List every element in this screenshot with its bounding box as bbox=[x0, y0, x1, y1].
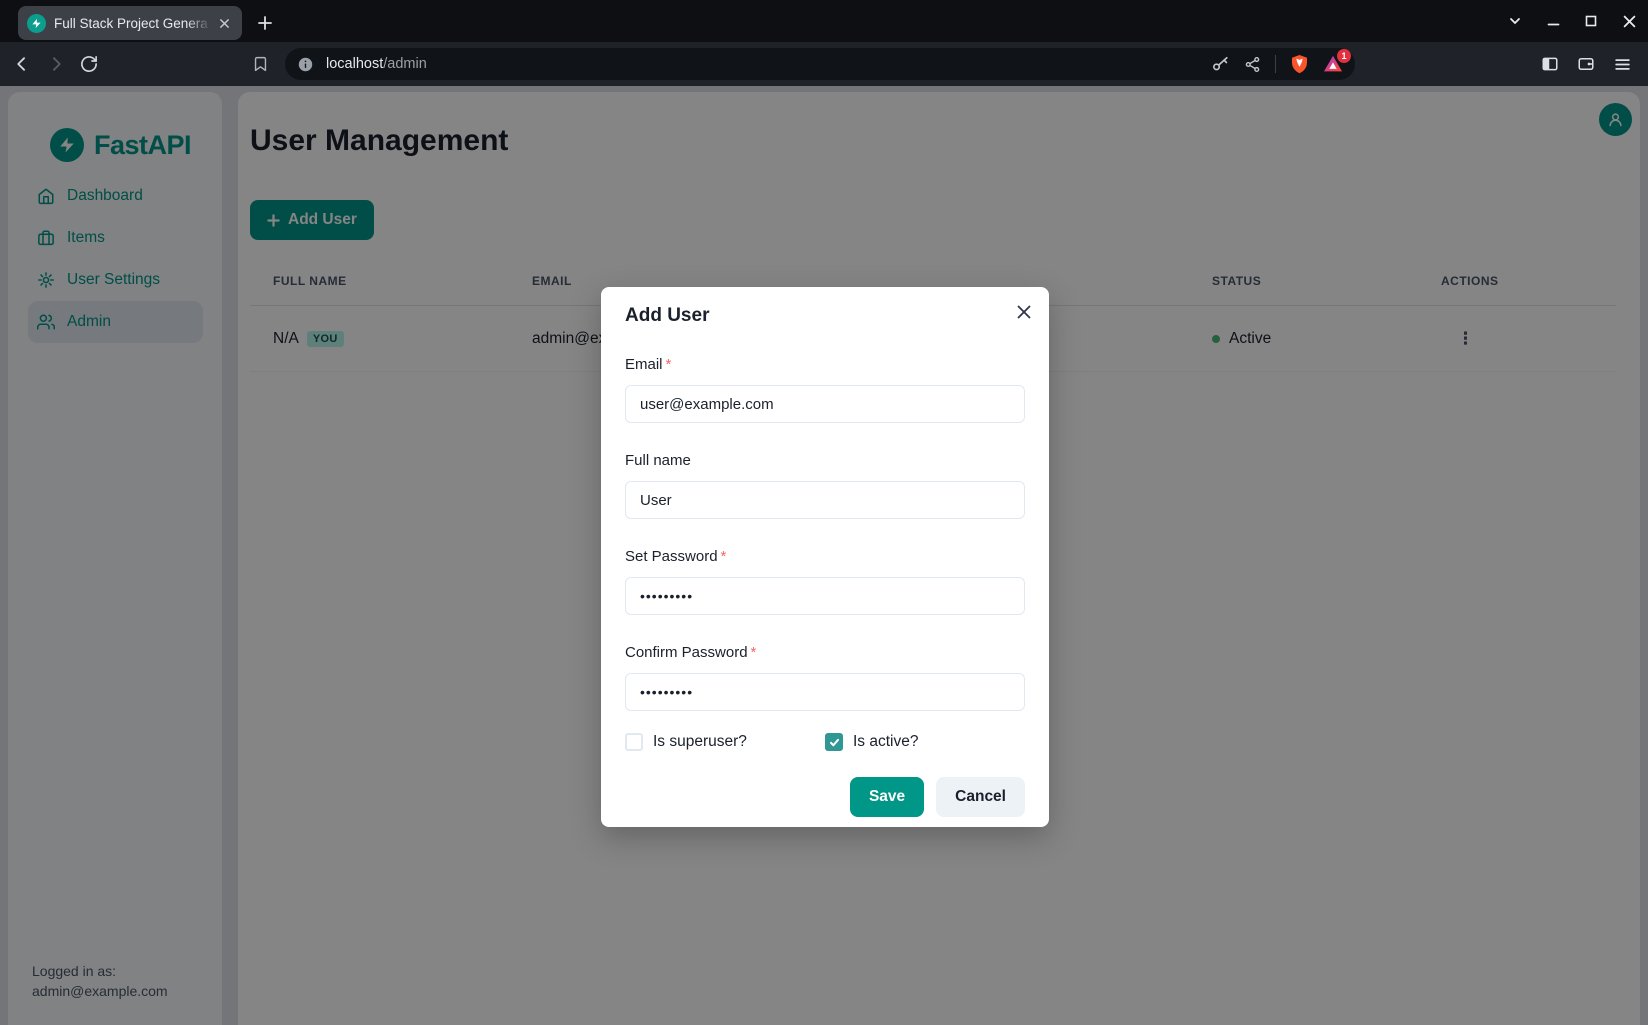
minimize-icon[interactable] bbox=[1544, 12, 1562, 30]
sidebar-toggle-icon[interactable] bbox=[1541, 55, 1559, 73]
save-button[interactable]: Save bbox=[850, 777, 924, 817]
page-viewport: FastAPI Dashboard Items bbox=[0, 86, 1648, 1025]
browser-tab[interactable]: Full Stack Project Genera bbox=[18, 6, 242, 40]
checkbox-checked-icon[interactable] bbox=[825, 733, 843, 751]
modal-close-icon[interactable] bbox=[1011, 299, 1037, 325]
passwords-key-icon[interactable] bbox=[1211, 55, 1230, 74]
menu-icon[interactable] bbox=[1613, 55, 1632, 74]
full-name-label: Full name bbox=[625, 451, 1025, 471]
tab-title: Full Stack Project Genera bbox=[54, 16, 215, 31]
email-field[interactable] bbox=[625, 385, 1025, 423]
confirm-password-field[interactable] bbox=[625, 673, 1025, 711]
tab-search-icon[interactable] bbox=[1506, 12, 1524, 30]
set-password-label: Set Password* bbox=[625, 547, 1025, 567]
full-name-field[interactable] bbox=[625, 481, 1025, 519]
reload-icon[interactable] bbox=[80, 55, 98, 73]
email-label: Email* bbox=[625, 355, 1025, 375]
divider bbox=[1275, 55, 1276, 73]
share-icon[interactable] bbox=[1244, 56, 1261, 73]
maximize-icon[interactable] bbox=[1582, 12, 1600, 30]
tab-bar: Full Stack Project Genera bbox=[0, 0, 1648, 42]
browser-toolbar: localhost/admin 1 bbox=[0, 42, 1648, 86]
is-superuser-label: Is superuser? bbox=[653, 733, 747, 751]
cancel-button[interactable]: Cancel bbox=[936, 777, 1025, 817]
required-marker: * bbox=[751, 644, 757, 661]
wallet-icon[interactable] bbox=[1577, 55, 1595, 73]
set-password-field[interactable] bbox=[625, 577, 1025, 615]
add-user-modal: Add User Email* Full name Set Password* … bbox=[601, 287, 1049, 827]
toolbar-right-group bbox=[1541, 42, 1632, 86]
email-field-group: Email* bbox=[625, 355, 1025, 423]
url-host: localhost bbox=[326, 56, 383, 72]
is-active-label: Is active? bbox=[853, 733, 918, 751]
close-window-icon[interactable] bbox=[1620, 12, 1638, 30]
url-text: localhost/admin bbox=[326, 56, 1211, 72]
browser-window: Full Stack Project Genera bbox=[0, 0, 1648, 1025]
bookmark-icon[interactable] bbox=[252, 56, 269, 73]
is-superuser-checkbox[interactable]: Is superuser? bbox=[625, 733, 825, 751]
is-active-checkbox[interactable]: Is active? bbox=[825, 733, 1025, 751]
fastapi-favicon-icon bbox=[27, 14, 46, 33]
required-marker: * bbox=[721, 548, 727, 565]
confirm-password-field-group: Confirm Password* bbox=[625, 643, 1025, 711]
modal-actions: Save Cancel bbox=[625, 777, 1025, 817]
site-info-icon[interactable] bbox=[297, 56, 314, 73]
new-tab-button[interactable] bbox=[254, 12, 276, 34]
forward-icon[interactable] bbox=[46, 54, 66, 74]
checkbox-unchecked-icon[interactable] bbox=[625, 733, 643, 751]
required-marker: * bbox=[666, 356, 672, 373]
rewards-badge: 1 bbox=[1337, 49, 1351, 63]
brave-rewards-icon[interactable]: 1 bbox=[1323, 55, 1343, 73]
back-icon[interactable] bbox=[12, 54, 32, 74]
confirm-password-label: Confirm Password* bbox=[625, 643, 1025, 663]
modal-title: Add User bbox=[625, 305, 1025, 327]
window-controls bbox=[1506, 0, 1638, 42]
url-path: /admin bbox=[383, 56, 427, 72]
checkbox-row: Is superuser? Is active? bbox=[625, 733, 1025, 751]
tab-close-icon[interactable] bbox=[215, 14, 233, 32]
brave-shield-icon[interactable] bbox=[1290, 54, 1309, 75]
set-password-field-group: Set Password* bbox=[625, 547, 1025, 615]
full-name-field-group: Full name bbox=[625, 451, 1025, 519]
url-bar[interactable]: localhost/admin 1 bbox=[285, 48, 1355, 80]
